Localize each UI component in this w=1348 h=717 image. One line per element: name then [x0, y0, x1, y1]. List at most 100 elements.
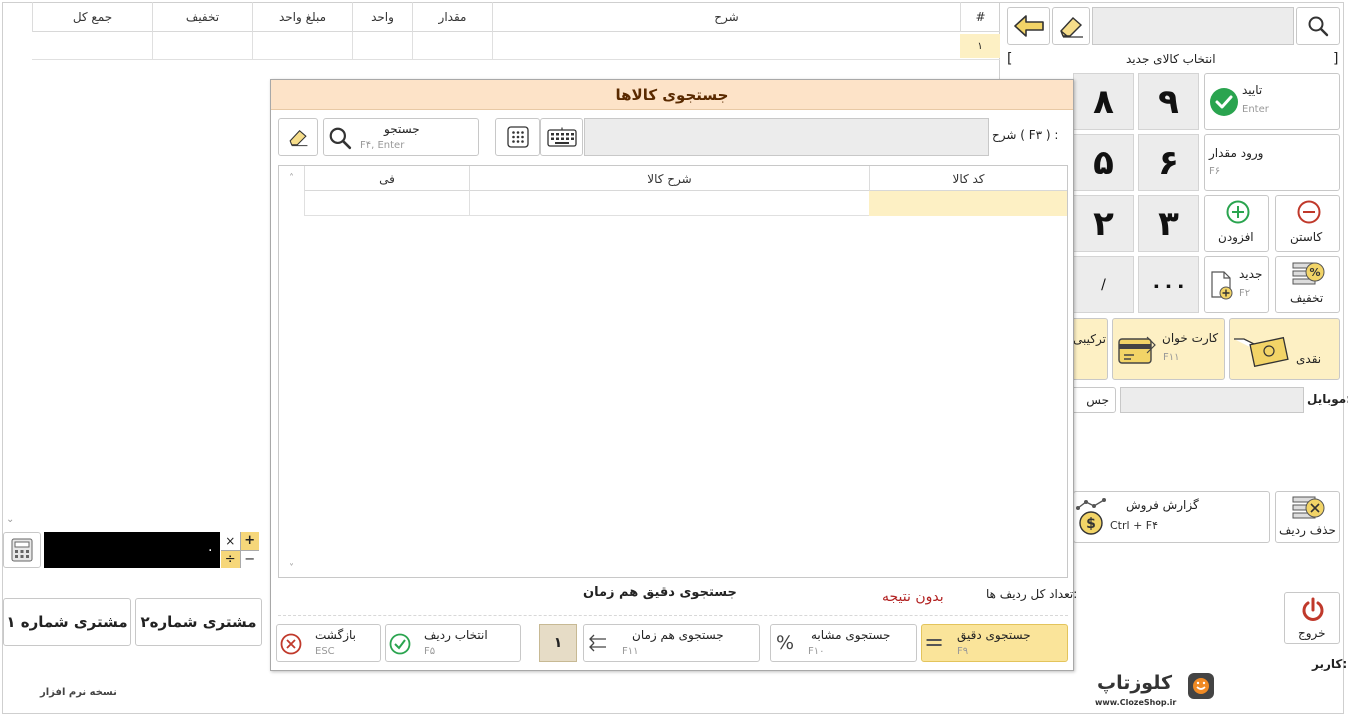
col-unit-price[interactable]: مبلغ واحد	[252, 2, 352, 32]
keyboard-icon	[546, 127, 577, 147]
user-label: کاربر:	[1312, 657, 1348, 671]
col-unit[interactable]: واحد	[352, 2, 412, 32]
grid-scroll-up-icon[interactable]: ˄	[279, 166, 304, 191]
divide-icon[interactable]: ÷	[221, 550, 240, 568]
subtract-label: کاستن	[1290, 230, 1323, 244]
dialog-clear-button[interactable]	[278, 118, 318, 156]
card-reader-button[interactable]: کارت خوان F۱۱	[1112, 318, 1225, 380]
quantity-hint: F۶	[1209, 166, 1221, 177]
calculator-icon	[11, 538, 33, 562]
sales-report-label: گزارش فروش	[1126, 498, 1199, 512]
selected-cell	[869, 191, 1067, 216]
mobile-search-button[interactable]: جس	[1070, 387, 1116, 413]
key-slash[interactable]: /	[1073, 256, 1134, 313]
col-discount[interactable]: تخفیف	[152, 2, 252, 32]
dialog-search-button[interactable]: جستجو F۴, Enter	[323, 118, 479, 156]
customer-1-button[interactable]: مشتری شماره ۱	[3, 598, 131, 646]
clear-button[interactable]	[1052, 7, 1090, 45]
grid-header: فی شرح کالا کد کالا	[304, 166, 1067, 191]
select-row-label: انتخاب ردیف	[424, 628, 488, 642]
new-item-label: انتخاب کالای جدید	[1126, 52, 1216, 66]
total-rows-label: تعداد کل ردیف ها:	[986, 587, 1078, 601]
exact-search-button[interactable]: = جستجوی دقیق F۹	[921, 624, 1068, 662]
card-reader-label: کارت خوان	[1162, 331, 1219, 345]
brand-url: www.ClozeShop.ir	[1095, 698, 1177, 707]
cash-payment-label: نقدی	[1296, 352, 1322, 366]
calculator-display[interactable]: ۰	[44, 532, 220, 568]
customer-2-button[interactable]: مشتری شماره۲	[135, 598, 262, 646]
back-hint: ESC	[315, 646, 335, 657]
key-3[interactable]: ۳	[1138, 195, 1199, 252]
svg-text:%: %	[1309, 266, 1320, 279]
version-label: نسخه نرم افزار	[40, 687, 117, 698]
confirm-button[interactable]: تایید Enter	[1204, 73, 1340, 130]
dialog-title: جستجوی کالاها	[615, 85, 729, 104]
new-invoice-label: جدید	[1239, 267, 1263, 281]
select-row-button[interactable]: انتخاب ردیف F۵	[385, 624, 521, 662]
minus-icon[interactable]: −	[240, 550, 259, 568]
key-8[interactable]: ۸	[1073, 73, 1134, 130]
add-button[interactable]: افزودن	[1204, 195, 1269, 252]
mobile-search-label: جس	[1086, 393, 1109, 407]
col-desc[interactable]: شرح	[492, 2, 960, 32]
plus-icon[interactable]: +	[240, 532, 259, 550]
col-total[interactable]: جمع کل	[32, 2, 152, 32]
col-price[interactable]: فی	[304, 166, 469, 191]
col-item-desc[interactable]: شرح کالا	[469, 166, 869, 191]
delete-row-button[interactable]: حذف ردیف	[1275, 491, 1340, 543]
item-search-dialog: جستجوی کالاها جستجو F۴, Enter شرح ( F۳ )…	[270, 79, 1078, 671]
col-qty[interactable]: مقدار	[412, 2, 492, 32]
discount-button[interactable]: % تخفیف	[1275, 256, 1340, 313]
row-number: ۱	[960, 34, 1000, 58]
dialog-desc-input[interactable]	[584, 118, 989, 156]
back-label: بازگشت	[315, 628, 356, 642]
exit-button[interactable]: خروج	[1284, 592, 1340, 644]
power-icon	[1302, 597, 1324, 621]
back-arrow-button[interactable]	[1007, 7, 1050, 45]
item-search-button[interactable]	[1296, 7, 1340, 45]
main-table-header: جمع کل تخفیف مبلغ واحد واحد مقدار شرح #	[32, 2, 1000, 32]
key-9[interactable]: ۹	[1138, 73, 1199, 130]
plus-circle-icon	[1226, 200, 1250, 224]
combo-payment-label: ترکیبی	[1073, 332, 1106, 346]
grid-scroll-down-icon[interactable]: ˅	[279, 559, 304, 577]
main-table-row[interactable]: ۱	[32, 32, 1000, 60]
add-label: افزودن	[1218, 230, 1254, 244]
result-counter: ۱	[539, 624, 577, 662]
item-search-input[interactable]	[1092, 7, 1294, 45]
new-invoice-button[interactable]: جدید F۲	[1204, 256, 1269, 313]
sales-report-hint: Ctrl + F۴	[1110, 519, 1159, 532]
key-000[interactable]: ۰۰۰	[1138, 256, 1199, 313]
multiply-icon[interactable]: ×	[221, 532, 240, 550]
quantity-button[interactable]: ورود مقدار F۶	[1204, 134, 1340, 191]
delete-row-label: حذف ردیف	[1279, 523, 1336, 537]
card-reader-hint: F۱۱	[1163, 352, 1180, 363]
grid-row[interactable]	[304, 191, 1067, 216]
key-5[interactable]: ۵	[1073, 134, 1134, 191]
search-icon	[329, 127, 352, 150]
confirm-label: تایید	[1242, 83, 1263, 97]
numpad-button[interactable]	[495, 118, 540, 156]
similar-search-button[interactable]: % جستجوی مشابه F۱۰	[770, 624, 917, 662]
back-button[interactable]: بازگشت ESC	[276, 624, 381, 662]
scrollbar-down-icon[interactable]: ⌄	[6, 514, 14, 525]
col-item-code[interactable]: کد کالا	[869, 166, 1067, 191]
select-row-hint: F۵	[424, 646, 436, 657]
simultaneous-search-button[interactable]: جستجوی هم زمان F۱۱	[583, 624, 760, 662]
brand-logo: کلوزتاپ www.ClozeShop.ir	[1095, 670, 1220, 710]
sales-report-icon: $	[1076, 498, 1106, 535]
search-mode-label: جستجوی دقیق هم زمان	[583, 585, 737, 600]
bracket-left: [	[1007, 51, 1013, 67]
calculator-button[interactable]	[3, 532, 41, 568]
key-6[interactable]: ۶	[1138, 134, 1199, 191]
key-2[interactable]: ۲	[1073, 195, 1134, 252]
quantity-label: ورود مقدار	[1209, 146, 1264, 160]
col-index[interactable]: #	[960, 2, 1000, 32]
simultaneous-search-hint: F۱۱	[622, 646, 639, 657]
subtract-button[interactable]: کاستن	[1275, 195, 1340, 252]
keyboard-button[interactable]	[540, 118, 583, 156]
dialog-header: جستجوی کالاها	[271, 80, 1073, 110]
mobile-input[interactable]	[1120, 387, 1304, 413]
sales-report-button[interactable]: $ گزارش فروش Ctrl + F۴	[1073, 491, 1270, 543]
cash-payment-button[interactable]: نقدی	[1229, 318, 1340, 380]
